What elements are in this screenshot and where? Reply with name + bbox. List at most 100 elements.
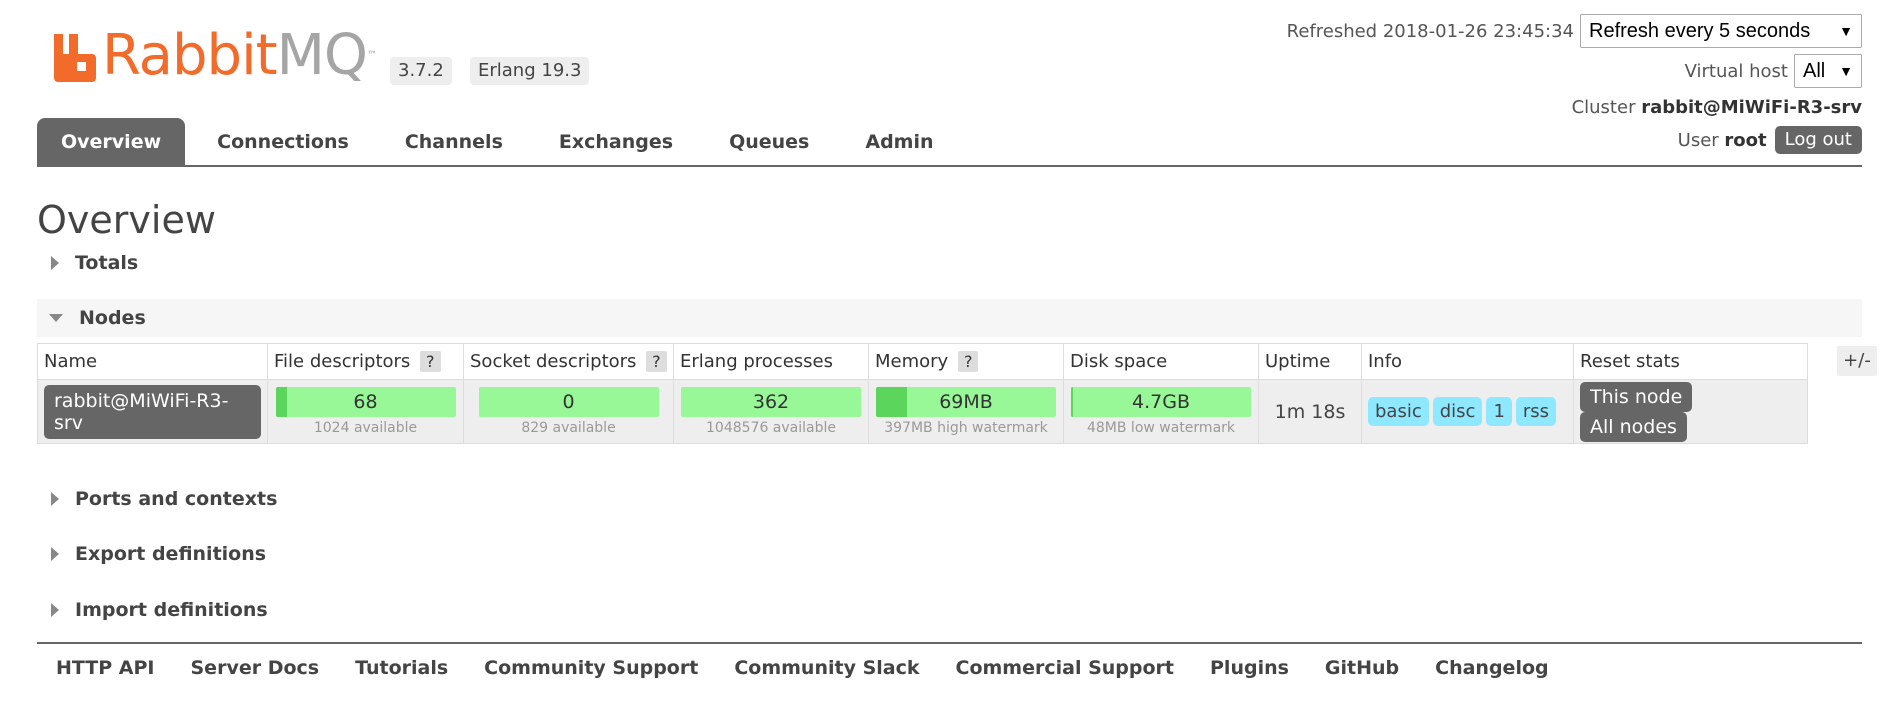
file-descriptors-bar-fill	[275, 387, 288, 417]
refresh-interval-value: Refresh every 5 seconds	[1589, 19, 1811, 42]
footer-link-community-support[interactable]: Community Support	[484, 657, 698, 679]
erlang-version-badge: Erlang 19.3	[470, 57, 590, 85]
expand-arrow-icon	[51, 256, 59, 270]
col-file-descriptors: File descriptors ?	[267, 343, 464, 380]
tab-queues[interactable]: Queues	[705, 118, 833, 165]
section-totals-label: Totals	[75, 252, 139, 274]
main-nav-tabs: Overview Connections Channels Exchanges …	[37, 118, 1862, 167]
col-reset-stats: Reset stats	[1573, 343, 1808, 380]
memory-bar-fill	[876, 387, 908, 417]
col-uptime-label: Uptime	[1265, 351, 1331, 372]
tab-overview[interactable]: Overview	[37, 118, 186, 165]
col-info-label: Info	[1368, 351, 1403, 372]
page-title: Overview	[37, 198, 216, 242]
expand-arrow-icon	[51, 492, 59, 506]
refresh-row: Refreshed 2018-01-26 23:45:34 Refresh ev…	[1287, 14, 1862, 48]
col-disk-space: Disk space	[1063, 343, 1259, 380]
section-nodes-toggle[interactable]: Nodes	[37, 299, 1862, 337]
disk-space-bar-fill	[1071, 387, 1073, 417]
footer-link-commercial-support[interactable]: Commercial Support	[956, 657, 1175, 679]
section-ports-label: Ports and contexts	[75, 488, 278, 510]
col-memory: Memory ?	[868, 343, 1064, 380]
nodes-table: Name File descriptors ? Socket descripto…	[37, 343, 1808, 444]
erlang-processes-available: 1048576 available	[706, 420, 836, 436]
erlang-processes-value: 362	[752, 391, 790, 413]
cluster-label: Cluster	[1571, 97, 1636, 118]
info-tag-basic: basic	[1368, 397, 1429, 426]
rabbitmq-version-badge: 3.7.2	[390, 57, 452, 85]
help-icon[interactable]: ?	[957, 351, 979, 372]
section-import-toggle[interactable]: Import definitions	[37, 591, 1862, 629]
help-icon[interactable]: ?	[646, 351, 667, 372]
rabbitmq-logo-icon	[54, 34, 96, 82]
footer-link-plugins[interactable]: Plugins	[1210, 657, 1289, 679]
vhost-label: Virtual host	[1684, 60, 1788, 82]
memory-value: 69MB	[939, 391, 993, 413]
socket-descriptors-bar: 0	[478, 387, 659, 417]
vhost-row: Virtual host All ▼	[1287, 54, 1862, 88]
col-name: Name	[37, 343, 268, 380]
refresh-interval-select[interactable]: Refresh every 5 seconds ▼	[1580, 14, 1862, 48]
col-socket-descriptors-label: Socket descriptors	[470, 351, 637, 372]
cell-file-descriptors: 68 1024 available	[267, 379, 464, 444]
expand-arrow-icon	[51, 547, 59, 561]
file-descriptors-available: 1024 available	[313, 420, 418, 436]
logo-wordmark: RabbitMQ™	[102, 23, 377, 88]
info-tag-rss: rss	[1515, 397, 1557, 426]
memory-bar: 69MB	[876, 387, 1056, 417]
col-erlang-processes: Erlang processes	[673, 343, 869, 380]
footer-link-tutorials[interactable]: Tutorials	[355, 657, 448, 679]
footer-links: HTTP API Server Docs Tutorials Community…	[37, 642, 1862, 692]
dropdown-arrow-icon: ▼	[1839, 63, 1853, 79]
refreshed-timestamp: Refreshed 2018-01-26 23:45:34	[1286, 20, 1574, 42]
col-name-label: Name	[44, 351, 98, 372]
dropdown-arrow-icon: ▼	[1839, 23, 1853, 39]
socket-descriptors-available: 829 available	[521, 420, 616, 436]
reset-this-node-button[interactable]: This node	[1580, 381, 1693, 412]
tab-admin[interactable]: Admin	[841, 118, 957, 165]
disk-space-bar: 4.7GB	[1071, 387, 1251, 417]
footer-link-changelog[interactable]: Changelog	[1435, 657, 1548, 679]
reset-all-nodes-button[interactable]: All nodes	[1580, 411, 1687, 442]
col-uptime: Uptime	[1258, 343, 1362, 380]
uptime-value: 1m 18s	[1274, 400, 1346, 423]
tab-connections[interactable]: Connections	[193, 118, 373, 165]
cell-socket-descriptors: 0 829 available	[463, 379, 674, 444]
disk-space-watermark: 48MB low watermark	[1086, 420, 1236, 436]
cell-erlang-processes: 362 1048576 available	[673, 379, 869, 444]
col-reset-stats-label: Reset stats	[1580, 351, 1680, 372]
toggle-columns-button[interactable]: +/-	[1837, 346, 1877, 376]
info-tag-count: 1	[1486, 397, 1512, 426]
col-erlang-processes-label: Erlang processes	[680, 351, 833, 372]
tab-exchanges[interactable]: Exchanges	[535, 118, 697, 165]
col-disk-space-label: Disk space	[1070, 351, 1168, 372]
cell-disk-space: 4.7GB 48MB low watermark	[1063, 379, 1259, 444]
erlang-processes-bar: 362	[681, 387, 861, 417]
cell-memory: 69MB 397MB high watermark	[868, 379, 1064, 444]
cell-node-name: rabbit@MiWiFi-R3-srv	[37, 379, 268, 444]
collapse-arrow-icon	[49, 314, 63, 322]
cell-info: basic disc 1 rss	[1361, 379, 1574, 444]
socket-descriptors-value: 0	[562, 391, 575, 413]
section-export-toggle[interactable]: Export definitions	[37, 535, 1862, 573]
footer-link-github[interactable]: GitHub	[1325, 657, 1399, 679]
col-file-descriptors-label: File descriptors	[274, 351, 411, 372]
memory-watermark: 397MB high watermark	[884, 420, 1048, 436]
footer-link-server-docs[interactable]: Server Docs	[191, 657, 320, 679]
vhost-select[interactable]: All ▼	[1794, 54, 1862, 88]
footer-link-http-api[interactable]: HTTP API	[56, 657, 155, 679]
rabbitmq-logo[interactable]: RabbitMQ™	[52, 23, 377, 88]
node-name-link[interactable]: rabbit@MiWiFi-R3-srv	[44, 384, 261, 439]
logo-word-rabbit: Rabbit	[102, 23, 278, 88]
footer-link-community-slack[interactable]: Community Slack	[734, 657, 919, 679]
cell-reset-stats: This nodeAll nodes	[1573, 379, 1808, 444]
section-import-label: Import definitions	[75, 599, 268, 621]
info-tag-disc: disc	[1432, 397, 1483, 426]
help-icon[interactable]: ?	[420, 351, 441, 372]
section-totals-toggle[interactable]: Totals	[37, 244, 1862, 282]
col-info: Info	[1361, 343, 1574, 380]
section-ports-toggle[interactable]: Ports and contexts	[37, 480, 1862, 518]
tab-channels[interactable]: Channels	[381, 118, 527, 165]
cell-uptime: 1m 18s	[1258, 379, 1362, 444]
file-descriptors-value: 68	[353, 391, 378, 413]
